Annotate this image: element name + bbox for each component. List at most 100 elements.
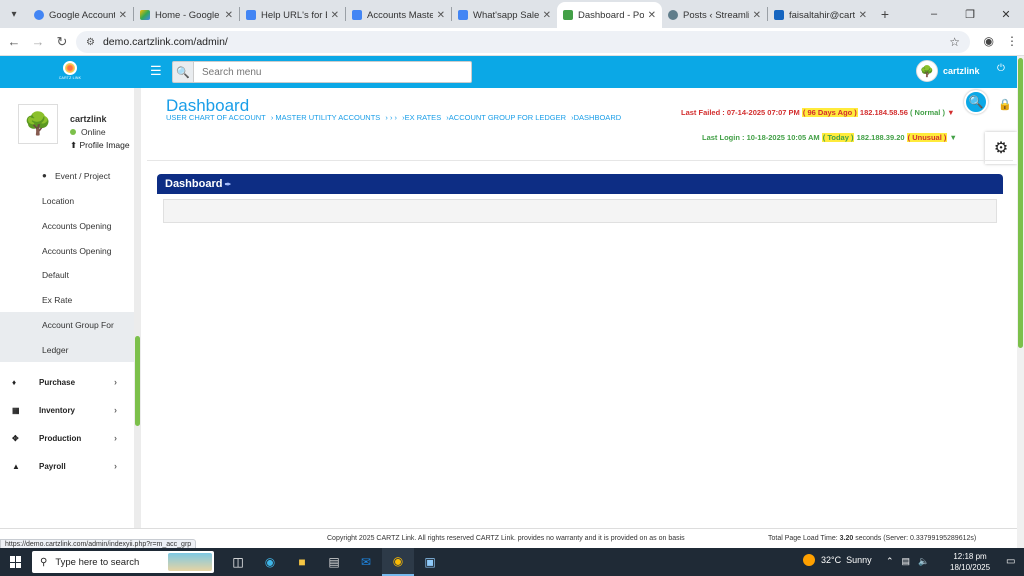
address-bar: ← → ↻ ⚙ demo.cartzlink.com/admin/ ☆ ◉ ⋮: [0, 28, 1024, 56]
chrome-icon[interactable]: ◉: [382, 548, 414, 576]
page-scrollbar-thumb[interactable]: [1018, 58, 1023, 348]
bookmark-star-icon[interactable]: ☆: [949, 35, 960, 49]
sidebar: 🌳 cartzlink Online ⬆ Profile Image ● Even…: [0, 88, 134, 528]
grid-icon: ▦: [12, 405, 20, 415]
upload-icon: ⬆: [70, 140, 78, 150]
sidebar-item-location[interactable]: Location: [0, 188, 134, 213]
sidebar-group-purchase[interactable]: ♦ Purchase ›: [0, 368, 134, 396]
file-explorer-icon[interactable]: ■: [286, 548, 318, 576]
power-icon[interactable]: ⏻: [997, 63, 1005, 74]
info-icon: ●: [42, 171, 47, 180]
task-view-icon[interactable]: ◫: [222, 548, 254, 576]
browser-tab[interactable]: Home - Google D✕: [134, 2, 239, 28]
sidebar-scrollbar-thumb[interactable]: [135, 336, 140, 426]
close-icon[interactable]: ✕: [331, 10, 339, 21]
sidebar-item-event-project[interactable]: ● Event / Project: [0, 163, 134, 188]
taskbar-search-box[interactable]: ⚲ Type here to search: [32, 551, 214, 573]
lock-icon[interactable]: 🔒: [998, 98, 1012, 111]
breadcrumb-item[interactable]: ›ACCOUNT GROUP FOR LEDGER: [446, 113, 566, 122]
chevron-right-icon: ›: [114, 377, 117, 387]
last-login-info: Last Login : 10-18-2025 10:05 AM ( Today…: [702, 133, 957, 142]
mail-icon: [774, 10, 784, 20]
sidebar-group-payroll[interactable]: ▲ Payroll ›: [0, 452, 134, 480]
browser-tab[interactable]: Posts ‹ Streamline✕: [662, 2, 767, 28]
reload-icon[interactable]: ↻: [50, 34, 74, 50]
edge-icon[interactable]: ◉: [254, 548, 286, 576]
minimize-icon[interactable]: –: [916, 0, 952, 28]
outlook-icon[interactable]: ✉: [350, 548, 382, 576]
remote-app-icon[interactable]: ▣: [414, 548, 446, 576]
store-icon[interactable]: ▤: [318, 548, 350, 576]
app-header: CARTZ LINK ☰ 🔍 🌳 cartzlink ⏻: [0, 56, 1017, 88]
breadcrumb-item[interactable]: USER CHART OF ACCOUNT: [166, 113, 266, 122]
sidebar-scrollbar[interactable]: [134, 88, 141, 528]
brand-logo[interactable]: CARTZ LINK: [52, 61, 88, 83]
profile-image-link[interactable]: ⬆ Profile Image: [70, 140, 130, 151]
breadcrumb-item[interactable]: › MASTER UTILITY ACCOUNTS: [271, 113, 380, 122]
status-badge: ( Normal ): [909, 108, 945, 117]
kebab-menu-icon[interactable]: ⋮: [1006, 34, 1018, 48]
taskbar-clock[interactable]: 12:18 pm 18/10/2025: [950, 551, 990, 573]
search-icon[interactable]: 🔍: [964, 90, 988, 114]
weather-widget[interactable]: 32°C Sunny: [803, 554, 872, 566]
back-icon[interactable]: ←: [2, 34, 26, 49]
windows-taskbar: ⚲ Type here to search ◫ ◉ ■ ▤ ✉ ◉ ▣ 32°C…: [0, 548, 1024, 576]
sidebar-item-accounts-opening[interactable]: Accounts Opening: [0, 213, 134, 238]
notification-icon[interactable]: ▭: [1006, 556, 1015, 567]
close-icon[interactable]: ✕: [437, 10, 445, 21]
sidebar-item-default[interactable]: Default: [0, 262, 134, 287]
new-tab-button[interactable]: +: [873, 6, 897, 22]
google-icon: [34, 10, 44, 20]
hamburger-menu-icon[interactable]: ☰: [150, 63, 162, 79]
sidebar-item-ex-rate[interactable]: Ex Rate: [0, 287, 134, 312]
close-icon[interactable]: ✕: [543, 10, 551, 21]
restore-icon[interactable]: ❐: [952, 0, 988, 28]
chevron-up-icon[interactable]: ⌃: [886, 556, 894, 567]
last-failed-info: Last Failed : 07-14-2025 07:07 PM ( 96 D…: [681, 108, 955, 117]
browser-tab-active[interactable]: Dashboard - Pow✕: [557, 2, 662, 28]
breadcrumb-item[interactable]: ›DASHBOARD: [571, 113, 621, 122]
search-icon: ⚲: [40, 556, 48, 568]
status-dot-icon: [70, 129, 76, 135]
browser-tab[interactable]: faisaltahir@cartzl✕: [768, 2, 873, 28]
caret-down-icon[interactable]: ▼: [949, 133, 956, 142]
close-icon[interactable]: ✕: [225, 10, 233, 21]
sun-icon: [803, 554, 815, 566]
sidebar-group-inventory[interactable]: ▦ Inventory ›: [0, 396, 134, 424]
sidebar-group-production[interactable]: ✥ Production ›: [0, 424, 134, 452]
close-icon[interactable]: ✕: [753, 10, 761, 21]
forward-icon[interactable]: →: [26, 34, 50, 49]
network-icon[interactable]: ▤: [902, 556, 911, 567]
breadcrumb: USER CHART OF ACCOUNT › MASTER UTILITY A…: [166, 113, 624, 122]
windows-start-icon[interactable]: [10, 556, 22, 568]
close-icon[interactable]: ✕: [119, 10, 127, 21]
breadcrumb-item[interactable]: ›EX RATES: [402, 113, 441, 122]
page-scrollbar[interactable]: [1017, 56, 1024, 548]
search-icon[interactable]: 🔍: [172, 61, 194, 83]
today-badge: ( Today ): [821, 133, 855, 142]
days-ago-badge: ( 96 Days Ago ): [801, 108, 858, 117]
sidebar-item-accounts-opening-2[interactable]: Accounts Opening: [0, 238, 134, 263]
profile-icon[interactable]: ◉: [984, 34, 994, 48]
search-menu-input[interactable]: [194, 61, 472, 83]
close-window-icon[interactable]: ✕: [988, 0, 1024, 28]
user-menu[interactable]: 🌳 cartzlink: [916, 60, 980, 82]
browser-tab[interactable]: Help URL's for ER✕: [240, 2, 345, 28]
browser-tab[interactable]: Accounts Master ✕: [346, 2, 451, 28]
tab-search-button[interactable]: ▾: [0, 0, 28, 28]
close-icon[interactable]: ✕: [859, 10, 867, 21]
browser-tab[interactable]: Google Accounts ✕: [28, 2, 133, 28]
drive-icon: [140, 10, 150, 20]
caret-down-icon[interactable]: ▼: [947, 108, 954, 117]
sidebar-item-account-group-for-ledger[interactable]: Account Group For: [0, 312, 134, 337]
sidebar-item-account-group-for-ledger-line2[interactable]: Ledger: [0, 337, 134, 362]
browser-tab[interactable]: What'sapp Sales R✕: [452, 2, 557, 28]
pin-icon[interactable]: ✒: [224, 180, 231, 189]
url-input[interactable]: ⚙ demo.cartzlink.com/admin/ ☆: [76, 31, 970, 53]
browser-tab-strip: ▾ Google Accounts✕ Home - Google D✕ Help…: [0, 0, 1024, 28]
dashboard-panel-header: Dashboard ✒: [157, 174, 1003, 194]
site-info-icon[interactable]: ⚙: [86, 37, 95, 48]
volume-icon[interactable]: 🔈: [918, 556, 929, 567]
close-icon[interactable]: ✕: [648, 10, 656, 21]
move-icon: ✥: [12, 433, 19, 443]
